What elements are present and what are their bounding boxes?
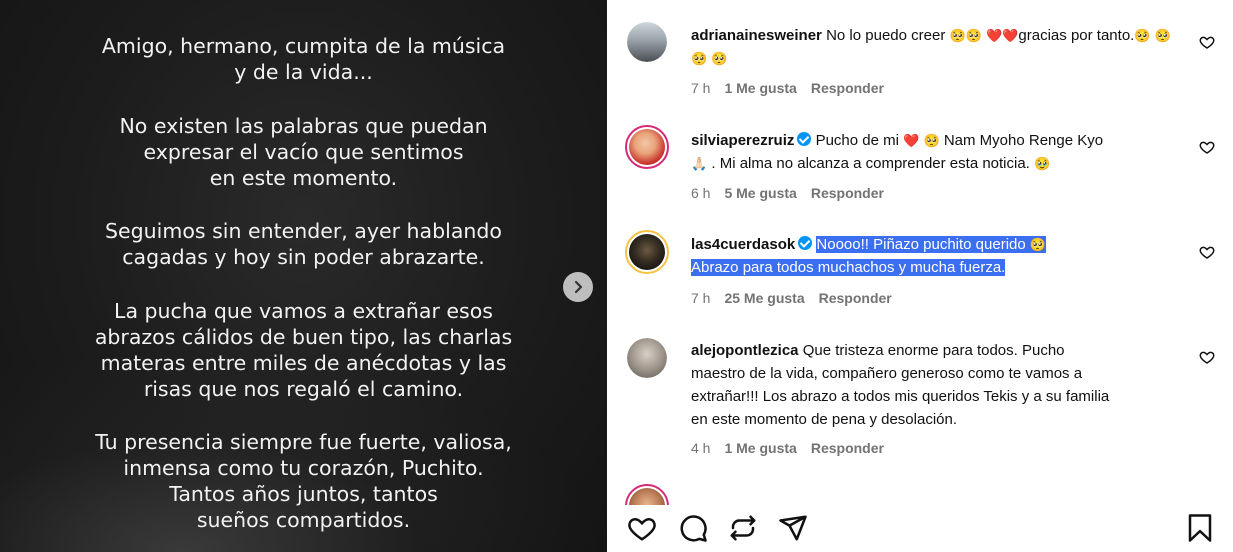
comment-text: adrianainesweiner No lo puedo creer 🥺🥺 ❤… — [691, 27, 1171, 66]
comment-likes[interactable]: 25 Me gusta — [724, 290, 804, 306]
comment-meta: 6 h 5 Me gusta Responder — [691, 185, 884, 201]
post-text-paragraph: Seguimos sin entender, ayer hablando cag… — [105, 219, 502, 269]
reply-button[interactable]: Responder — [811, 80, 884, 96]
post-text-paragraph: La pucha que vamos a extrañar esos abraz… — [94, 299, 513, 401]
comment-likes[interactable]: 1 Me gusta — [724, 440, 796, 456]
reply-button[interactable]: Responder — [811, 440, 884, 456]
comment-likes[interactable]: 1 Me gusta — [724, 80, 796, 96]
comment-time: 7 h — [691, 290, 711, 306]
comment-time: 7 h — [691, 80, 711, 96]
comment-meta: 7 h 1 Me gusta Responder — [691, 80, 884, 96]
comment-meta: 7 h 25 Me gusta Responder — [691, 290, 892, 306]
sad-face-icon: 🥺 — [711, 51, 728, 66]
comment-bubble-icon[interactable] — [678, 513, 708, 543]
sad-face-icon: 🥺 — [1029, 237, 1047, 252]
avatar[interactable] — [627, 338, 667, 378]
post-text-paragraph: Tu presencia siempre fue fuerte, valiosa… — [95, 430, 512, 532]
comment-time: 4 h — [691, 440, 711, 456]
share-send-icon[interactable] — [778, 513, 808, 543]
heart-icon: ❤️ — [1002, 28, 1019, 43]
sad-face-icon: 🥺 — [949, 28, 966, 43]
like-heart-icon[interactable] — [627, 513, 657, 543]
avatar[interactable] — [625, 230, 669, 274]
like-heart-icon[interactable] — [1199, 244, 1215, 260]
comment-text: las4cuerdasok Noooo!! Piñazo puchito que… — [691, 236, 1047, 276]
like-heart-icon[interactable] — [1199, 139, 1215, 155]
comment-text: silviaperezruiz Pucho de mi ❤️ 🥺 Nam Myo… — [691, 132, 1104, 172]
comments-list[interactable]: adrianainesweiner No lo puedo creer 🥺🥺 ❤… — [607, 0, 1233, 505]
heart-icon: ❤️ — [986, 28, 1003, 43]
post-action-bar — [607, 505, 1233, 552]
comment-username[interactable]: las4cuerdasok — [691, 236, 795, 253]
chevron-right-icon — [574, 280, 583, 294]
post-text-paragraph: No existen las palabras que puedan expre… — [119, 114, 488, 190]
heart-icon: ❤️ — [903, 133, 920, 148]
repost-icon[interactable] — [728, 513, 758, 543]
avatar[interactable] — [625, 484, 669, 505]
sad-face-icon: 🥺 — [1134, 28, 1151, 43]
next-image-button[interactable] — [563, 272, 593, 302]
comment-username[interactable]: alejopontlezica — [691, 342, 799, 359]
post-image: Amigo, hermano, cumpita de la música y d… — [0, 0, 607, 552]
praying-hands-icon: 🙏🏻 — [691, 156, 708, 171]
comment-time: 6 h — [691, 185, 711, 201]
post-text-paragraph: Amigo, hermano, cumpita de la música y d… — [101, 34, 506, 84]
verified-badge-icon — [798, 236, 813, 250]
comment-likes[interactable]: 5 Me gusta — [724, 185, 796, 201]
bookmark-icon[interactable] — [1185, 513, 1215, 543]
comment-text: alejopontlezica Que tristeza enorme para… — [691, 342, 1110, 428]
avatar[interactable] — [627, 22, 667, 62]
like-heart-icon[interactable] — [1199, 34, 1215, 50]
like-heart-icon[interactable] — [1199, 349, 1215, 365]
sad-face-icon: 🥺 — [965, 28, 982, 43]
comment-username[interactable]: adrianainesweiner — [691, 27, 822, 44]
sad-face-icon: 🥺 — [1154, 28, 1171, 43]
avatar[interactable] — [625, 125, 669, 169]
sad-face-icon: 🥺 — [691, 51, 708, 66]
verified-badge-icon — [797, 132, 812, 146]
sad-face-icon: 🥺 — [923, 133, 940, 148]
comment-meta: 4 h 1 Me gusta Responder — [691, 440, 884, 456]
reply-button[interactable]: Responder — [819, 290, 892, 306]
reply-button[interactable]: Responder — [811, 185, 884, 201]
teary-face-icon: 🥹 — [1034, 156, 1051, 171]
comment-username[interactable]: silviaperezruiz — [691, 132, 794, 149]
